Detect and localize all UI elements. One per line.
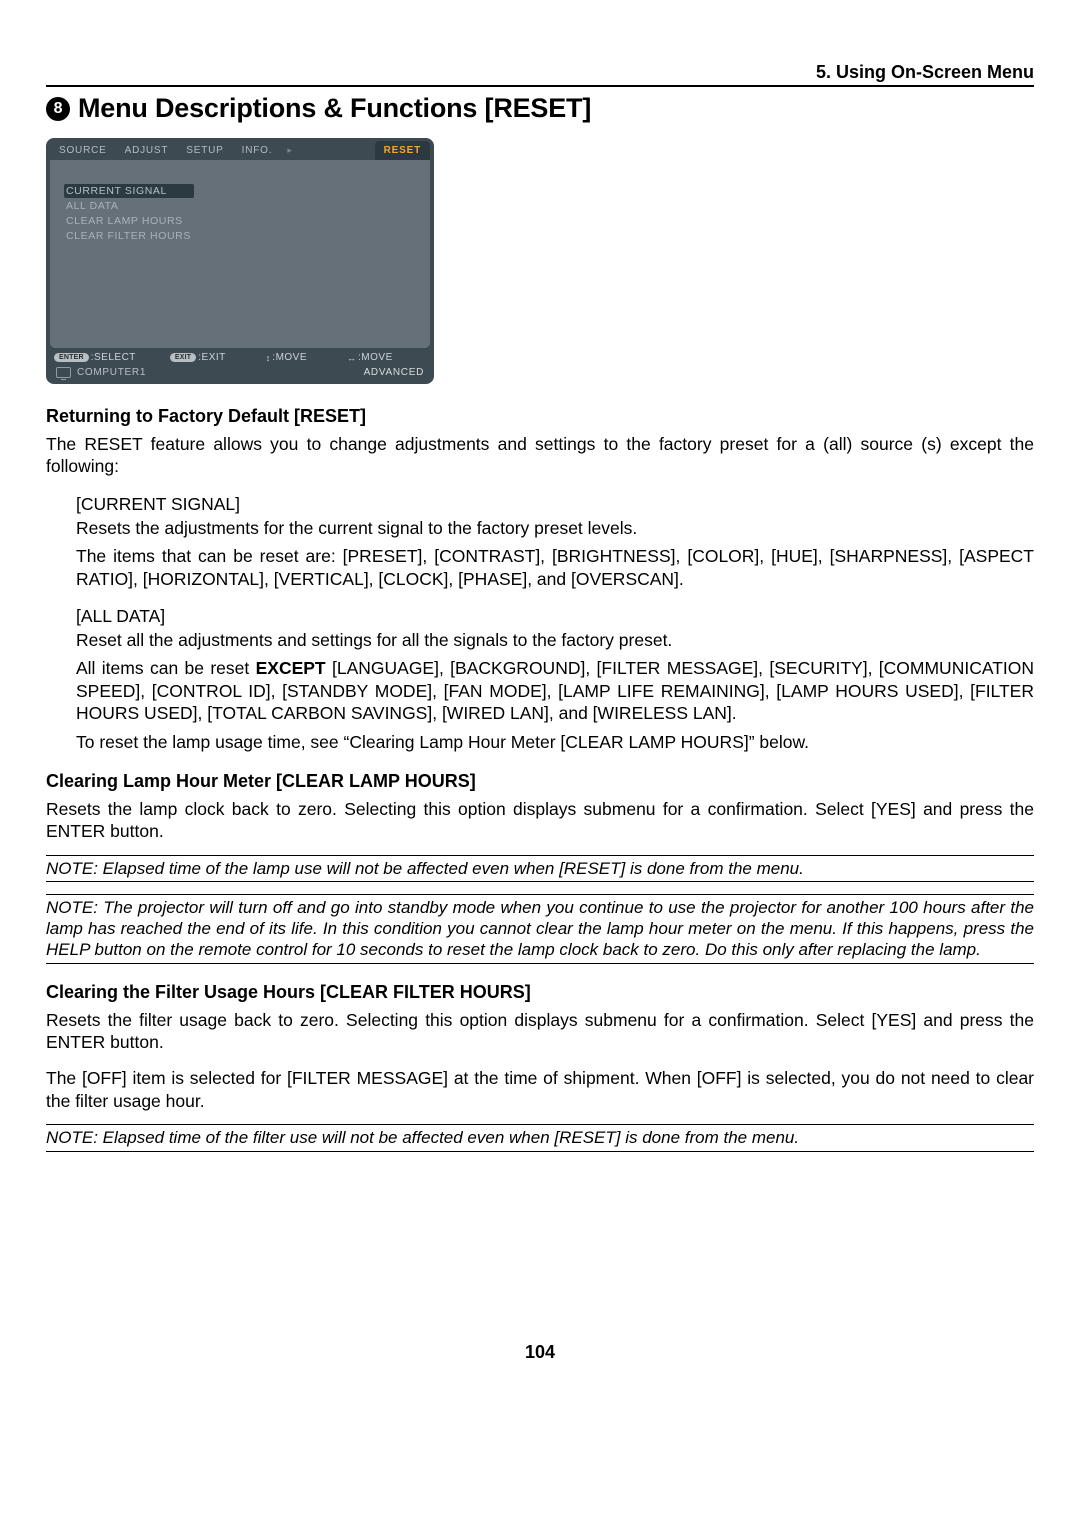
para-ad-1: Reset all the adjustments and settings f…	[76, 629, 1034, 651]
heading-reset: Returning to Factory Default [RESET]	[46, 406, 1034, 427]
label-current-signal: [CURRENT SIGNAL]	[76, 494, 1034, 515]
osd-item-clear-filter[interactable]: CLEAR FILTER HOURS	[64, 229, 422, 243]
updown-arrow-icon: ↕	[266, 353, 271, 363]
enter-pill: ENTER	[54, 353, 89, 362]
section-number-badge: 8	[46, 97, 70, 121]
exit-label: :EXIT	[198, 352, 226, 363]
para-reset-intro: The RESET feature allows you to change a…	[46, 433, 1034, 478]
osd-item-current-signal[interactable]: CURRENT SIGNAL	[64, 184, 194, 198]
para-cs-1: Resets the adjustments for the current s…	[76, 517, 1034, 539]
label-all-data: [ALL DATA]	[76, 606, 1034, 627]
hint-move-ud: ↕ :MOVE	[266, 352, 307, 363]
osd-tab-source[interactable]: SOURCE	[50, 141, 116, 160]
page: 5. Using On-Screen Menu 8 Menu Descripti…	[0, 0, 1080, 1393]
para-clear-filter-2: The [OFF] item is selected for [FILTER M…	[46, 1067, 1034, 1112]
footer-source: COMPUTER1	[56, 367, 146, 378]
osd-item-clear-lamp[interactable]: CLEAR LAMP HOURS	[64, 214, 422, 228]
osd-tab-info[interactable]: INFO.	[233, 141, 282, 160]
osd-panel: SOURCE ADJUST SETUP INFO. ▸ RESET CURREN…	[46, 138, 434, 384]
osd-body: CURRENT SIGNAL ALL DATA CLEAR LAMP HOURS…	[50, 160, 430, 348]
footer-mode: ADVANCED	[364, 367, 424, 378]
osd-tab-reset[interactable]: RESET	[375, 141, 430, 160]
footer-source-label: COMPUTER1	[77, 367, 146, 378]
para-ad-2: All items can be reset EXCEPT [LANGUAGE]…	[76, 657, 1034, 724]
chapter-header: 5. Using On-Screen Menu	[46, 62, 1034, 87]
section-title-text: Menu Descriptions & Functions [RESET]	[78, 93, 591, 124]
monitor-icon	[56, 367, 71, 378]
hint-enter: ENTER :SELECT	[54, 352, 136, 363]
heading-clear-filter: Clearing the Filter Usage Hours [CLEAR F…	[46, 982, 1034, 1003]
para-cs-2: The items that can be reset are: [PRESET…	[76, 545, 1034, 590]
move-lr-label: :MOVE	[358, 352, 393, 363]
block-all-data: [ALL DATA] Reset all the adjustments and…	[76, 606, 1034, 753]
tab-overflow-icon: ▸	[281, 141, 298, 160]
note-lamp-1: NOTE: Elapsed time of the lamp use will …	[46, 855, 1034, 882]
hint-exit: EXIT :EXIT	[170, 352, 226, 363]
para-clear-lamp: Resets the lamp clock back to zero. Sele…	[46, 798, 1034, 843]
osd-hint-bar: ENTER :SELECT EXIT :EXIT ↕ :MOVE ↔ :MOVE	[46, 348, 434, 365]
section-title: 8 Menu Descriptions & Functions [RESET]	[46, 93, 1034, 124]
move-ud-label: :MOVE	[272, 352, 307, 363]
enter-label: :SELECT	[91, 352, 136, 363]
osd-tab-bar: SOURCE ADJUST SETUP INFO. ▸ RESET	[46, 138, 434, 160]
exit-pill: EXIT	[170, 353, 196, 362]
osd-item-all-data[interactable]: ALL DATA	[64, 199, 422, 213]
osd-footer: COMPUTER1 ADVANCED	[46, 365, 434, 382]
note-lamp-2: NOTE: The projector will turn off and go…	[46, 894, 1034, 964]
osd-tab-setup[interactable]: SETUP	[177, 141, 232, 160]
leftright-arrow-icon: ↔	[347, 353, 356, 363]
block-current-signal: [CURRENT SIGNAL] Resets the adjustments …	[76, 494, 1034, 590]
para-clear-filter-1: Resets the filter usage back to zero. Se…	[46, 1009, 1034, 1054]
hint-move-lr: ↔ :MOVE	[347, 352, 393, 363]
para-ad-3: To reset the lamp usage time, see “Clear…	[76, 731, 1034, 753]
page-number: 104	[46, 1342, 1034, 1363]
heading-clear-lamp: Clearing Lamp Hour Meter [CLEAR LAMP HOU…	[46, 771, 1034, 792]
note-filter: NOTE: Elapsed time of the filter use wil…	[46, 1124, 1034, 1151]
osd-tab-adjust[interactable]: ADJUST	[116, 141, 178, 160]
